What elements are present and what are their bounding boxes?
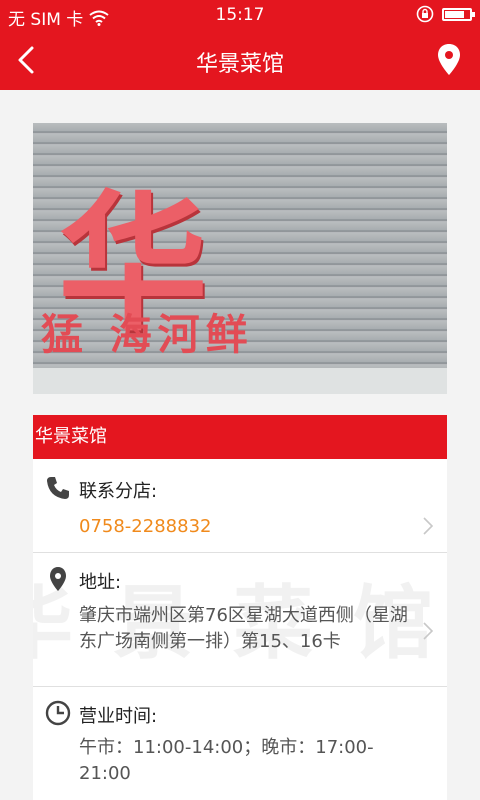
hours-row: 营业时间: 午市：11:00-14:00；晚市：17:00-21:00 [33, 686, 447, 800]
status-right [416, 5, 475, 23]
nav-bar: 华景菜馆 [0, 30, 480, 90]
hours-label: 营业时间: [79, 706, 158, 727]
status-time: 15:17 [215, 5, 265, 25]
address-value: 肇庆市端州区第76区星湖大道西侧（星湖东广场南侧第一排）第15、16卡 [79, 605, 408, 652]
address-row[interactable]: 地址: 肇庆市端州区第76区星湖大道西侧（星湖东广场南侧第一排）第15、16卡 [33, 552, 447, 687]
rotation-lock-icon [416, 5, 434, 23]
address-label: 地址: [79, 572, 122, 593]
clock-icon [45, 700, 71, 726]
card-header: 华景菜馆 [33, 415, 447, 459]
contact-label: 联系分店: [79, 481, 158, 502]
hours-value: 午市：11:00-14:00；晚市：17:00-21:00 [79, 737, 374, 784]
battery-icon [442, 7, 475, 21]
chevron-right-icon [423, 517, 434, 535]
content-area: 华景 猛 海河鲜 华景菜馆 华景菜馆 联系分店: 0758-2288832 地址… [0, 90, 480, 800]
phone-number[interactable]: 0758-2288832 [79, 514, 409, 540]
chevron-right-icon [423, 622, 434, 640]
photo-wall [33, 368, 447, 394]
map-pin-button[interactable] [434, 42, 464, 78]
restaurant-photo[interactable]: 华景 猛 海河鲜 [33, 123, 447, 394]
phone-icon [47, 477, 69, 499]
map-pin-icon [438, 44, 460, 75]
info-card: 华景菜馆 联系分店: 0758-2288832 地址: 肇庆市端州区第76区星湖… [33, 459, 447, 800]
map-marker-icon [50, 567, 66, 591]
page-title: 华景菜馆 [195, 52, 284, 77]
contact-row[interactable]: 联系分店: 0758-2288832 [33, 459, 447, 553]
status-bar: 无 SIM 卡 15:17 [0, 0, 480, 30]
photo-subsign-text: 猛 海河鲜 [41, 310, 254, 359]
